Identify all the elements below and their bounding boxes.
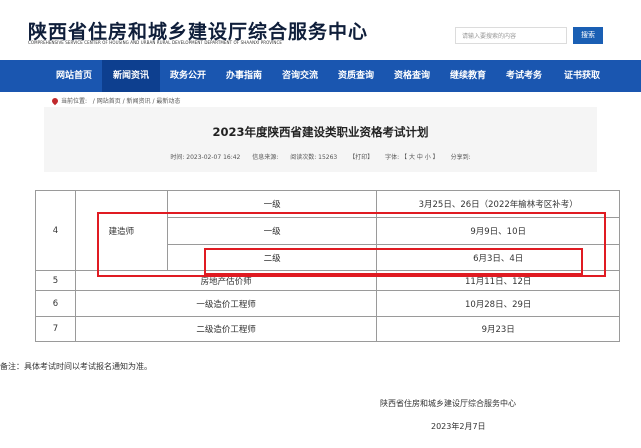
nav-item-consult[interactable]: 咨询交流 (272, 60, 328, 92)
nav-item-credential-query[interactable]: 资格查询 (384, 60, 440, 92)
article-meta: 时间: 2023-02-07 16:42 信息来源: 阅读次数: 15263 【… (44, 152, 597, 161)
cell-no: 4 (35, 190, 76, 271)
article-time: 时间: 2023-02-07 16:42 (170, 154, 241, 161)
site-header: 陕西省住房和城乡建设厅综合服务中心 COMPREHENSIVE SERVICE … (0, 0, 641, 60)
share-label: 分享到: (450, 154, 471, 161)
breadcrumb-news[interactable]: / 新闻资讯 (123, 98, 151, 105)
article-source: 信息来源: (252, 154, 279, 161)
cell-date: 10月28日、29日 (376, 290, 620, 317)
cell-level: 一级 (166, 217, 378, 245)
nav-item-certificate[interactable]: 证书获取 (552, 60, 612, 92)
site-logo-subtitle: COMPREHENSIVE SERVICE CENTER OF HOUSING … (28, 40, 282, 45)
cell-level: 一级 (166, 190, 378, 218)
nav-item-news[interactable]: 新闻资讯 (102, 60, 160, 92)
nav-item-exams[interactable]: 考试考务 (496, 60, 552, 92)
cell-date: 9月9日、10日 (376, 217, 620, 245)
table-row: 6 一级造价工程师 10月28日、29日 (35, 290, 620, 317)
search-button[interactable]: 搜索 (573, 27, 603, 44)
cell-no: 5 (35, 270, 76, 291)
table-row: 5 房地产估价师 11月11日、12日 (35, 270, 620, 291)
cell-name: 二级造价工程师 (74, 316, 378, 342)
breadcrumb-prefix: 当前位置: (61, 98, 88, 105)
cell-no: 6 (35, 290, 76, 317)
table-row: 4 建造师 一级 3月25日、26日（2022年榆林考区补考） (35, 190, 620, 271)
nav-item-gov-affairs[interactable]: 政务公开 (160, 60, 216, 92)
cell-date: 6月3日、4日 (376, 244, 620, 271)
cell-date: 3月25日、26日（2022年榆林考区补考） (376, 190, 620, 218)
breadcrumb: 当前位置: / 网站首页 / 新闻资讯 / 最新动态 (50, 96, 180, 106)
search-input[interactable]: 请输入要搜索的内容 (455, 27, 567, 44)
location-pin-icon (50, 96, 60, 106)
cell-name: 建造师 (74, 190, 168, 271)
article-views: 阅读次数: 15263 (290, 154, 338, 161)
cell-name: 一级造价工程师 (74, 290, 378, 317)
nav-item-home[interactable]: 网站首页 (48, 60, 100, 92)
article-title: 2023年度陕西省建设类职业资格考试计划 (212, 125, 429, 139)
font-size-control[interactable]: 字体: 【 大 中 小 】 (385, 154, 439, 161)
remark-note: 备注：具体考试时间以考试报名通知为准。 (0, 362, 152, 371)
nav-item-qualification-query[interactable]: 资质查询 (328, 60, 384, 92)
article-header: 2023年度陕西省建设类职业资格考试计划 时间: 2023-02-07 16:4… (44, 107, 597, 172)
breadcrumb-latest[interactable]: / 最新动态 (152, 98, 180, 105)
cell-date: 11月11日、12日 (376, 270, 620, 291)
nav-item-education[interactable]: 继续教育 (440, 60, 496, 92)
main-nav: 网站首页 新闻资讯 政务公开 办事指南 咨询交流 资质查询 资格查询 继续教育 … (0, 60, 641, 92)
signature-org: 陕西省住房和城乡建设厅综合服务中心 (380, 399, 516, 408)
signature-date: 2023年2月7日 (431, 422, 486, 431)
nav-item-guide[interactable]: 办事指南 (216, 60, 272, 92)
cell-date: 9月23日 (376, 316, 620, 342)
print-link[interactable]: 【打印】 (349, 154, 373, 161)
cell-no: 7 (35, 316, 76, 342)
breadcrumb-home[interactable]: / 网站首页 (93, 98, 121, 105)
table-row: 7 二级造价工程师 9月23日 (35, 316, 620, 342)
cell-name: 房地产估价师 (74, 270, 378, 291)
exam-schedule-table: 4 建造师 一级 3月25日、26日（2022年榆林考区补考） 一级 9月9日、… (35, 190, 620, 342)
cell-level: 二级 (166, 244, 378, 271)
